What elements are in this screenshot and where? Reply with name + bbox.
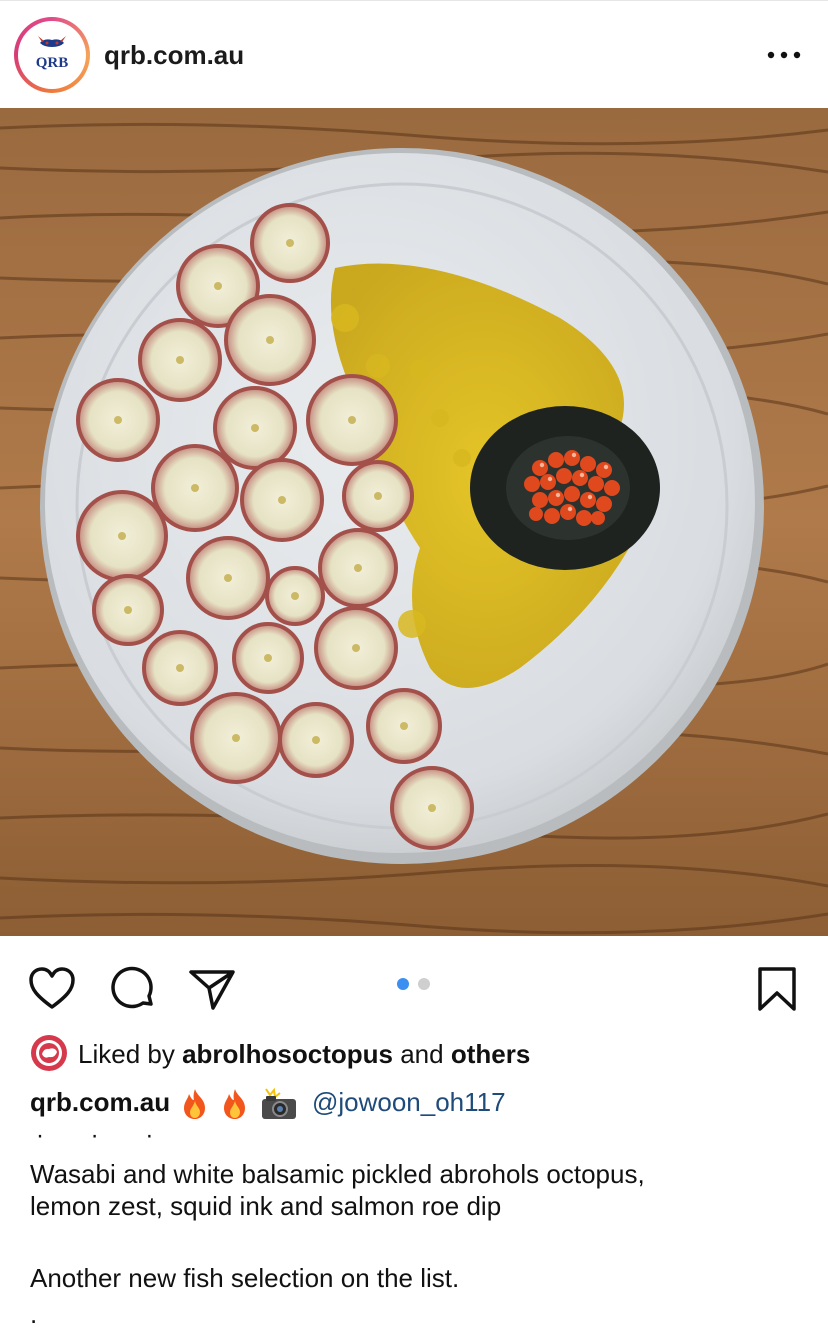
comment-icon bbox=[111, 966, 153, 1009]
caption-line-5: . bbox=[30, 1299, 38, 1329]
like-button[interactable] bbox=[27, 964, 77, 1014]
post-actions bbox=[0, 936, 828, 1032]
carousel-dot bbox=[418, 978, 430, 990]
liked-by-others-link[interactable]: others bbox=[451, 1039, 530, 1069]
share-button[interactable] bbox=[187, 964, 237, 1014]
caption-mention-link[interactable]: @jowoon_oh117 bbox=[312, 1087, 506, 1117]
account-avatar[interactable]: QRB bbox=[14, 17, 90, 93]
camera-flash-emoji-icon bbox=[260, 1087, 298, 1126]
caption-dots: · · · bbox=[36, 1122, 174, 1149]
liked-by-text: Liked by abrolhosoctopus and others bbox=[78, 1037, 530, 1071]
liked-by-prefix: Liked by bbox=[78, 1039, 175, 1069]
heart-icon bbox=[29, 967, 75, 1009]
avatar-logo-text: QRB bbox=[36, 55, 69, 71]
caption-header: qrb.com.au @jowoon_oh117 bbox=[30, 1085, 820, 1125]
liked-by-row: Liked by abrolhosoctopus and others bbox=[30, 1034, 810, 1074]
caption-username[interactable]: qrb.com.au bbox=[30, 1087, 170, 1117]
more-icon bbox=[767, 51, 775, 59]
bookmark-icon bbox=[758, 967, 796, 1011]
carousel-dot-active bbox=[397, 978, 409, 990]
post-photo[interactable] bbox=[0, 108, 828, 936]
liked-by-user-link[interactable]: abrolhosoctopus bbox=[182, 1039, 393, 1069]
fire-emoji-icon bbox=[179, 1087, 211, 1126]
save-button[interactable] bbox=[752, 964, 802, 1014]
caption-line-4: Another new fish selection on the list. bbox=[30, 1263, 460, 1293]
fire-emoji-icon bbox=[219, 1087, 251, 1126]
liker-avatar[interactable] bbox=[30, 1034, 68, 1072]
send-icon bbox=[189, 970, 235, 1010]
caption-line-1: Wasabi and white balsamic pickled abroho… bbox=[30, 1159, 645, 1189]
more-options-button[interactable] bbox=[762, 39, 806, 71]
account-name[interactable]: qrb.com.au bbox=[104, 39, 244, 71]
caption-line-2: lemon zest, squid ink and salmon roe dip bbox=[30, 1191, 502, 1221]
post-header: QRB qrb.com.au bbox=[0, 0, 828, 108]
liked-by-and: and bbox=[400, 1039, 444, 1069]
comment-button[interactable] bbox=[107, 964, 157, 1014]
